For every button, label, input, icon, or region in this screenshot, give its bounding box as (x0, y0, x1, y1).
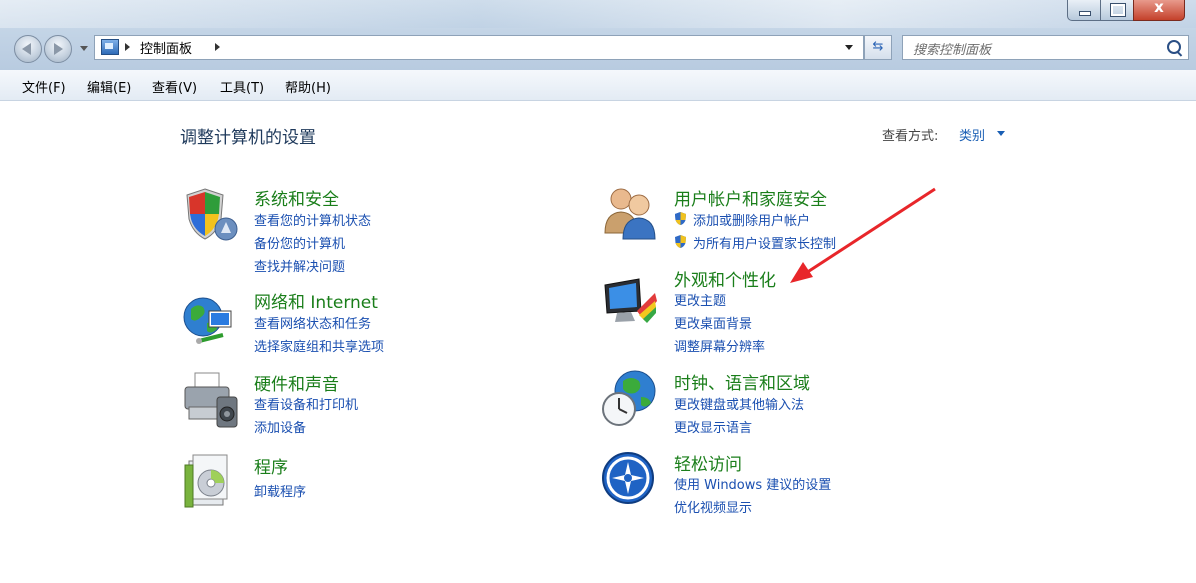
forward-button[interactable] (44, 35, 72, 63)
recent-pages-dropdown[interactable] (80, 46, 88, 51)
search-icon[interactable] (1167, 40, 1181, 54)
link-view-computer-status[interactable]: 查看您的计算机状态 (254, 210, 371, 229)
link-backup-computer[interactable]: 备份您的计算机 (254, 233, 345, 252)
view-by-label: 查看方式: (882, 129, 939, 144)
link-add-remove-accounts[interactable]: 添加或删除用户帐户 (693, 210, 810, 229)
link-change-keyboard[interactable]: 更改键盘或其他输入法 (674, 394, 804, 413)
maximize-button[interactable] (1100, 0, 1134, 21)
clock-globe-icon[interactable] (601, 369, 659, 427)
link-change-display-language[interactable]: 更改显示语言 (674, 417, 752, 436)
shield-icon[interactable] (181, 185, 239, 243)
menu-bar: 文件(F) 编辑(E) 查看(V) 工具(T) 帮助(H) (0, 70, 1196, 101)
menu-tools[interactable]: 工具(T) (220, 77, 264, 96)
link-devices-printers[interactable]: 查看设备和打印机 (254, 394, 358, 413)
title-glass (0, 0, 1196, 28)
back-button[interactable] (14, 35, 42, 63)
link-uninstall-program[interactable]: 卸载程序 (254, 481, 306, 500)
link-windows-suggested-settings[interactable]: 使用 Windows 建议的设置 (674, 474, 831, 493)
uac-shield-icon (675, 212, 686, 225)
link-network-status[interactable]: 查看网络状态和任务 (254, 313, 371, 332)
link-change-background[interactable]: 更改桌面背景 (674, 313, 752, 332)
breadcrumb-control-panel[interactable]: 控制面板 (140, 38, 192, 57)
control-panel-icon (101, 39, 119, 55)
chevron-right-icon[interactable] (215, 43, 220, 51)
view-by-dropdown[interactable]: 类别 (959, 125, 985, 144)
category-clock-language-region[interactable]: 时钟、语言和区域 (674, 369, 810, 394)
search-box[interactable]: 搜索控制面板 (902, 35, 1189, 60)
link-troubleshoot[interactable]: 查找并解决问题 (254, 256, 345, 275)
link-screen-resolution[interactable]: 调整屏幕分辨率 (674, 336, 765, 355)
page-title: 调整计算机的设置 (180, 128, 316, 148)
appearance-monitor-icon[interactable] (601, 271, 659, 329)
category-programs[interactable]: 程序 (254, 453, 288, 478)
uac-shield-icon (675, 235, 686, 248)
link-parental-controls[interactable]: 为所有用户设置家长控制 (693, 233, 836, 252)
category-system-security[interactable]: 系统和安全 (254, 185, 339, 210)
refresh-button[interactable]: ⇆ (864, 35, 892, 60)
programs-icon[interactable] (181, 453, 239, 511)
category-network-internet[interactable]: 网络和 Internet (254, 288, 378, 313)
category-hardware-sound[interactable]: 硬件和声音 (254, 370, 339, 395)
control-panel-content: 调整计算机的设置 查看方式: 类别 系统和安全 查看您的计算机状态 备份您的计算… (0, 101, 1196, 583)
link-change-theme[interactable]: 更改主题 (674, 290, 726, 309)
category-user-accounts[interactable]: 用户帐户和家庭安全 (674, 185, 827, 210)
address-bar[interactable]: 控制面板 (94, 35, 864, 60)
menu-file[interactable]: 文件(F) (22, 77, 66, 96)
menu-view[interactable]: 查看(V) (152, 77, 197, 96)
menu-edit[interactable]: 编辑(E) (87, 77, 131, 96)
menu-help[interactable]: 帮助(H) (285, 77, 331, 96)
minimize-button[interactable] (1067, 0, 1101, 21)
network-globe-icon[interactable] (181, 293, 239, 351)
link-homegroup-sharing[interactable]: 选择家庭组和共享选项 (254, 336, 384, 355)
category-ease-of-access[interactable]: 轻松访问 (674, 450, 742, 475)
chevron-down-icon[interactable] (997, 131, 1005, 136)
chevron-right-icon[interactable] (125, 43, 130, 51)
link-add-device[interactable]: 添加设备 (254, 417, 306, 436)
link-optimize-video-display[interactable]: 优化视频显示 (674, 497, 752, 516)
refresh-icon: ⇆ (872, 39, 884, 54)
address-dropdown-icon[interactable] (845, 45, 853, 50)
close-icon: x (1154, 0, 1164, 16)
category-appearance[interactable]: 外观和个性化 (674, 266, 776, 291)
ease-of-access-icon[interactable] (601, 451, 659, 509)
close-button[interactable]: x (1133, 0, 1185, 21)
window-chrome: x 控制面板 ⇆ 搜索控制面板 (0, 0, 1196, 70)
printer-icon[interactable] (181, 371, 239, 429)
search-input[interactable]: 搜索控制面板 (913, 39, 991, 58)
users-icon[interactable] (601, 183, 659, 241)
